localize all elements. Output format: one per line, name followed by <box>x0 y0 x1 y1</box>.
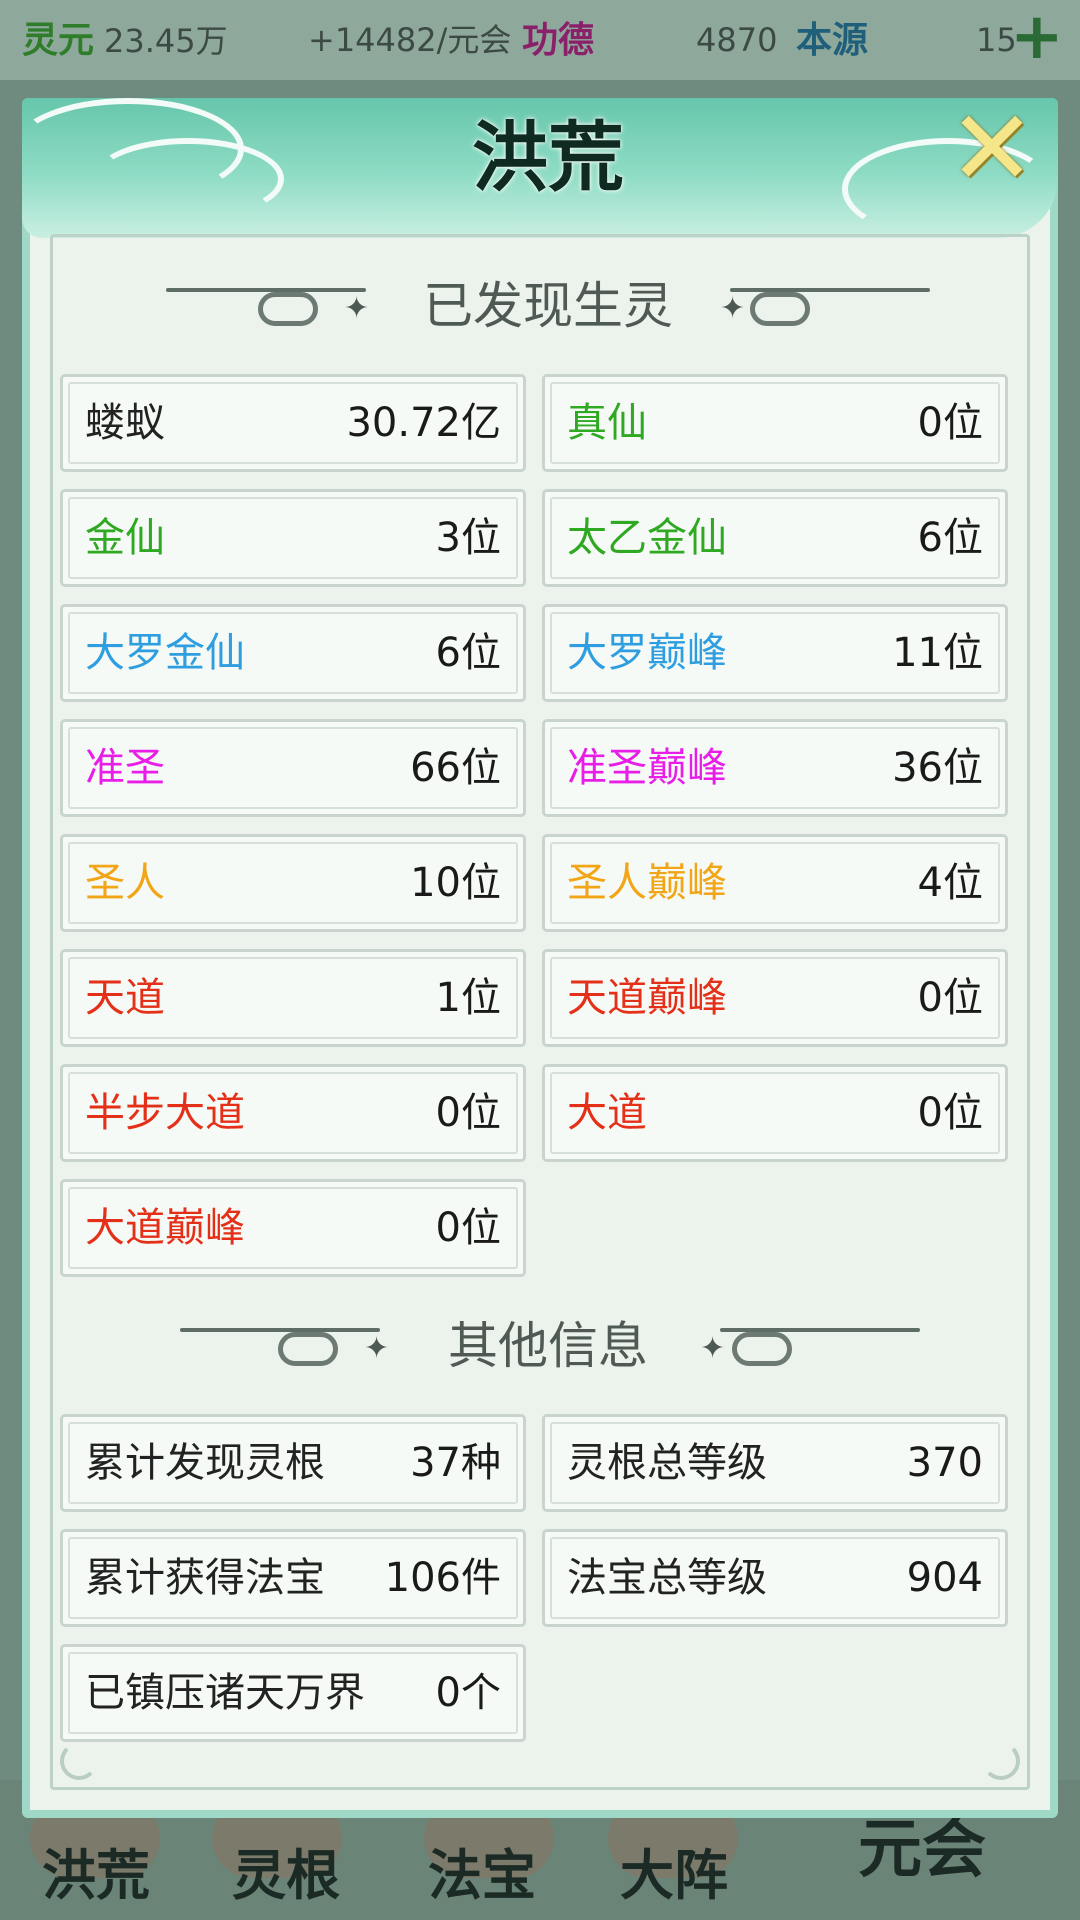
being-card: 半步大道 0位 <box>60 1064 526 1162</box>
gongde-value: 4870 <box>696 21 778 59</box>
info-card: 法宝总等级 904 <box>542 1529 1008 1627</box>
being-card-value: 0位 <box>435 1205 501 1251</box>
being-card-name: 金仙 <box>85 515 165 561</box>
being-card-name: 太乙金仙 <box>567 515 727 561</box>
info-card-value: 904 <box>906 1555 983 1601</box>
close-button[interactable]: ✕ <box>944 96 1040 200</box>
being-card: 圣人 10位 <box>60 834 526 932</box>
being-card: 蝼蚁 30.72亿 <box>60 374 526 472</box>
info-card: 累计发现灵根 37种 <box>60 1414 526 1512</box>
being-card: 圣人巅峰 4位 <box>542 834 1008 932</box>
info-card-name: 累计发现灵根 <box>85 1440 325 1486</box>
being-card-name: 大罗金仙 <box>85 630 245 676</box>
resource-bar: 灵元 23.45万 +14482/元会 功德 4870 本源 15 + <box>0 0 1080 80</box>
nav-honghuang[interactable]: 洪荒 <box>42 1831 150 1910</box>
being-card: 天道 1位 <box>60 949 526 1047</box>
section-title-other: 其他信息 <box>448 1317 648 1375</box>
sparkle-icon: ✦ <box>700 1331 726 1366</box>
nav-fabao[interactable]: 法宝 <box>428 1831 536 1910</box>
add-resource-button[interactable]: + <box>1010 5 1064 69</box>
being-card-name: 准圣巅峰 <box>567 745 727 791</box>
lingyuan-value: 23.45万 <box>104 22 228 60</box>
nav-linggen[interactable]: 灵根 <box>232 1831 340 1910</box>
being-card-value: 10位 <box>410 860 501 906</box>
honghuang-dialog: 洪荒 ✕ ✦ 已发现生灵 ✦ 蝼蚁 30.72亿 真仙 0位 金仙 3位 太乙金仙 6位 大罗金… <box>12 96 1058 1818</box>
being-card-value: 0位 <box>917 400 983 446</box>
being-card-value: 0位 <box>917 975 983 1021</box>
scroll-ornament-icon <box>750 292 810 326</box>
dialog-title: 洪荒 <box>472 113 624 202</box>
benyuan-resource: 本源 <box>796 14 878 66</box>
being-card-value: 6位 <box>435 630 501 676</box>
being-card-value: 4位 <box>917 860 983 906</box>
being-card-name: 准圣 <box>85 745 165 791</box>
section-divider <box>720 1328 920 1332</box>
being-card-name: 天道 <box>85 975 165 1021</box>
being-card: 太乙金仙 6位 <box>542 489 1008 587</box>
being-card-value: 66位 <box>410 745 501 791</box>
being-card: 大道巅峰 0位 <box>60 1179 526 1277</box>
being-card-name: 蝼蚁 <box>85 400 165 446</box>
lingyuan-resource: 灵元 23.45万 <box>22 14 228 66</box>
info-card-name: 灵根总等级 <box>567 1440 767 1486</box>
being-card-name: 真仙 <box>567 400 647 446</box>
scroll-ornament-icon <box>732 1332 792 1366</box>
info-card-value: 37种 <box>410 1440 501 1486</box>
being-card-name: 天道巅峰 <box>567 975 727 1021</box>
gongde-label: 功德 <box>522 19 595 61</box>
info-card: 已镇压诸天万界 0个 <box>60 1644 526 1742</box>
being-card: 真仙 0位 <box>542 374 1008 472</box>
being-card-name: 大道巅峰 <box>85 1205 245 1251</box>
being-card: 天道巅峰 0位 <box>542 949 1008 1047</box>
lingyuan-label: 灵元 <box>22 19 95 61</box>
rate-text: +14482/元会 <box>308 21 512 59</box>
being-card-value: 30.72亿 <box>346 400 501 446</box>
info-card: 累计获得法宝 106件 <box>60 1529 526 1627</box>
being-card: 准圣 66位 <box>60 719 526 817</box>
being-card-name: 圣人 <box>85 860 165 906</box>
being-card-name: 圣人巅峰 <box>567 860 727 906</box>
section-title-beings: 已发现生灵 <box>423 277 673 335</box>
info-card: 灵根总等级 370 <box>542 1414 1008 1512</box>
sparkle-icon: ✦ <box>720 291 746 326</box>
being-card-value: 3位 <box>435 515 501 561</box>
being-card-value: 36位 <box>892 745 983 791</box>
info-card-value: 0个 <box>435 1670 501 1716</box>
being-card: 大罗巅峰 11位 <box>542 604 1008 702</box>
being-card: 大道 0位 <box>542 1064 1008 1162</box>
info-card-name: 已镇压诸天万界 <box>85 1670 365 1716</box>
being-card-name: 大道 <box>567 1090 647 1136</box>
being-card-value: 11位 <box>892 630 983 676</box>
being-card-value: 6位 <box>917 515 983 561</box>
being-card-value: 0位 <box>435 1090 501 1136</box>
corner-ornament-icon <box>982 1742 1020 1780</box>
being-card-name: 半步大道 <box>85 1090 245 1136</box>
corner-ornament-icon <box>60 1742 98 1780</box>
section-divider <box>730 288 930 292</box>
being-card: 准圣巅峰 36位 <box>542 719 1008 817</box>
benyuan-label: 本源 <box>796 19 869 61</box>
being-card-name: 大罗巅峰 <box>567 630 727 676</box>
being-card-value: 1位 <box>435 975 501 1021</box>
info-card-name: 累计获得法宝 <box>85 1555 325 1601</box>
being-card: 大罗金仙 6位 <box>60 604 526 702</box>
info-card-value: 370 <box>906 1440 983 1486</box>
gongde-resource: 功德 <box>522 14 604 66</box>
being-card-value: 0位 <box>917 1090 983 1136</box>
being-card: 金仙 3位 <box>60 489 526 587</box>
info-card-value: 106件 <box>384 1555 501 1601</box>
info-card-name: 法宝总等级 <box>567 1555 767 1601</box>
nav-dazhen[interactable]: 大阵 <box>620 1831 728 1910</box>
